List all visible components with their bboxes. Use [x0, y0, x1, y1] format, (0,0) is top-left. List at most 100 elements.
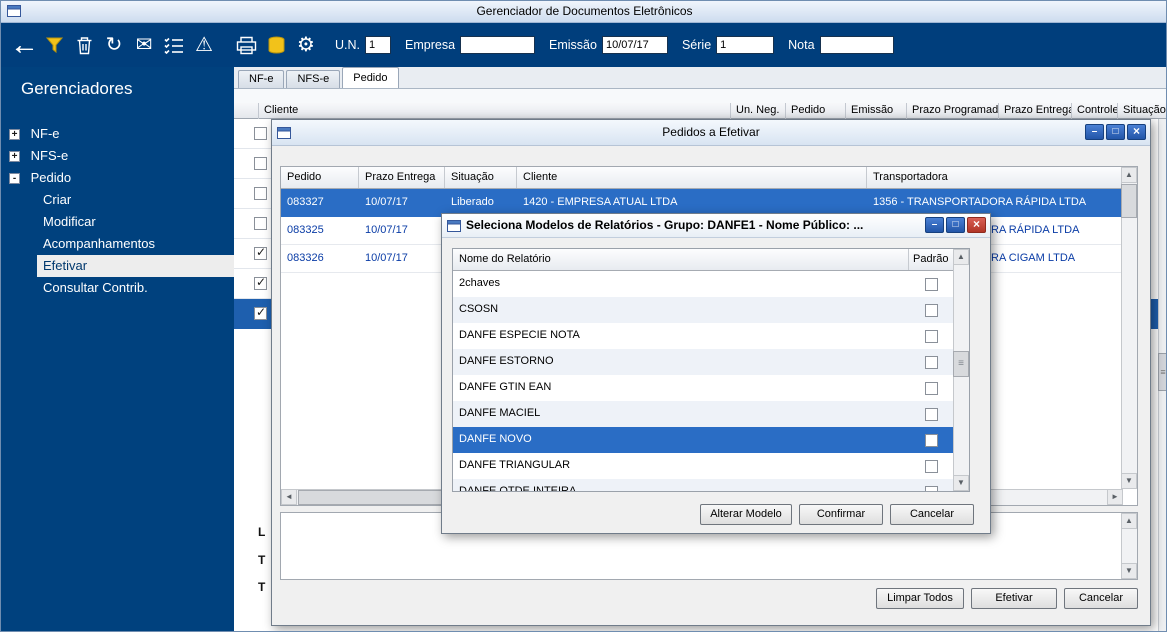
row-checkbox[interactable]	[254, 305, 267, 320]
expand-plus-icon[interactable]: +	[9, 151, 20, 162]
main-col-prazo-programado[interactable]: Prazo Programado	[907, 103, 999, 119]
emissao-input[interactable]	[601, 36, 668, 54]
trash-icon[interactable]	[69, 30, 99, 60]
row-checkbox[interactable]	[254, 217, 267, 230]
sidebar-item-efetivar[interactable]: Efetivar	[37, 255, 234, 277]
scroll-down-icon[interactable]: ▼	[1121, 563, 1137, 579]
empresa-input[interactable]	[460, 36, 536, 54]
padrao-checkbox[interactable]	[924, 277, 938, 291]
table-row[interactable]	[234, 239, 271, 269]
alterar-modelo-button[interactable]: Alterar Modelo	[700, 504, 792, 525]
main-col-emissao[interactable]: Emissão	[846, 103, 907, 119]
limpar-todos-button[interactable]: Limpar Todos	[876, 588, 964, 609]
confirmar-button[interactable]: Confirmar	[799, 504, 883, 525]
main-col-un-neg[interactable]: Un. Neg.	[731, 103, 786, 119]
row-checkbox[interactable]	[254, 157, 267, 170]
col-padrao[interactable]: Padrão	[909, 249, 953, 270]
scroll-right-icon[interactable]: ►	[1107, 489, 1123, 505]
scroll-down-icon[interactable]: ▼	[1121, 473, 1137, 489]
tab-nfse[interactable]: NFS-e	[286, 70, 341, 88]
nota-input[interactable]	[819, 36, 894, 54]
row-checkbox[interactable]	[254, 187, 267, 200]
sidebar-item-consultar-contrib[interactable]: Consultar Contrib.	[1, 277, 234, 299]
padrao-checkbox[interactable]	[924, 407, 938, 421]
table-row[interactable]	[234, 269, 271, 299]
checklist-icon[interactable]	[159, 30, 189, 60]
grid-vscroll-thumb[interactable]	[1121, 184, 1137, 218]
table-row-selected[interactable]	[234, 299, 271, 329]
scroll-down-icon[interactable]: ▼	[953, 475, 969, 491]
scroll-up-icon[interactable]: ▲	[953, 249, 969, 265]
padrao-checkbox[interactable]	[924, 381, 938, 395]
close-icon[interactable]	[1127, 124, 1146, 140]
minimize-icon[interactable]	[925, 217, 944, 233]
filter-icon[interactable]	[39, 30, 69, 60]
database-icon[interactable]	[261, 30, 291, 60]
modelo-row[interactable]: DANFE ESPECIE NOTA	[453, 323, 969, 349]
main-col-controle[interactable]: Controle	[1072, 103, 1118, 119]
sidebar-item-nfe[interactable]: + NF-e	[1, 123, 234, 145]
padrao-checkbox[interactable]	[924, 355, 938, 369]
sidebar-item-acompanhamentos[interactable]: Acompanhamentos	[1, 233, 234, 255]
warning-icon[interactable]: ⚠	[189, 30, 219, 60]
row-checkbox[interactable]	[254, 275, 267, 290]
dialog-titlebar[interactable]: Pedidos a Efetivar	[272, 120, 1150, 146]
sidebar-item-pedido[interactable]: - Pedido	[1, 167, 234, 189]
tab-pedido[interactable]: Pedido	[342, 67, 399, 88]
modelo-row-selected[interactable]: DANFE NOVO	[453, 427, 969, 453]
modelo-row[interactable]: DANFE GTIN EAN	[453, 375, 969, 401]
close-icon[interactable]	[967, 217, 986, 233]
padrao-checkbox[interactable]	[924, 329, 938, 343]
col-situacao[interactable]: Situação	[445, 167, 517, 188]
tab-nfe[interactable]: NF-e	[238, 70, 285, 88]
modelo-row[interactable]: DANFE MACIEL	[453, 401, 969, 427]
email-icon[interactable]: ✉	[129, 30, 159, 60]
col-pedido[interactable]: Pedido	[281, 167, 359, 188]
modelos-vscroll-thumb[interactable]	[953, 351, 969, 377]
gear-icon[interactable]: ⚙	[291, 30, 321, 60]
main-col-pedido[interactable]: Pedido	[786, 103, 846, 119]
padrao-checkbox[interactable]	[924, 485, 938, 491]
modelo-row[interactable]: CSOSN	[453, 297, 969, 323]
efetivar-button[interactable]: Efetivar	[971, 588, 1057, 609]
main-col-situacao[interactable]: Situação	[1118, 103, 1166, 119]
row-checkbox[interactable]	[254, 127, 267, 140]
modelo-row[interactable]: DANFE TRIANGULAR	[453, 453, 969, 479]
modelo-row[interactable]: DANFE QTDE INTEIRA	[453, 479, 969, 491]
cancelar-button[interactable]: Cancelar	[1064, 588, 1138, 609]
sidebar-item-criar[interactable]: Criar	[1, 189, 234, 211]
table-row[interactable]	[234, 209, 271, 239]
col-transportadora[interactable]: Transportadora	[867, 167, 1121, 188]
padrao-checkbox[interactable]	[924, 459, 938, 473]
col-prazo-entrega[interactable]: Prazo Entrega	[359, 167, 445, 188]
scroll-left-icon[interactable]: ◄	[281, 489, 297, 505]
scroll-up-icon[interactable]: ▲	[1121, 167, 1137, 183]
col-nome-relatorio[interactable]: Nome do Relatório	[453, 249, 909, 270]
row-checkbox[interactable]	[254, 245, 267, 260]
sidebar-item-nfse[interactable]: + NFS-e	[1, 145, 234, 167]
minimize-icon[interactable]	[1085, 124, 1104, 140]
serie-input[interactable]	[716, 36, 775, 54]
table-row[interactable]	[234, 119, 271, 149]
scroll-up-icon[interactable]: ▲	[1121, 513, 1137, 529]
main-scrollbar-thumb[interactable]	[1158, 353, 1166, 391]
col-cliente[interactable]: Cliente	[517, 167, 867, 188]
table-row[interactable]	[234, 179, 271, 209]
cancelar-button[interactable]: Cancelar	[890, 504, 974, 525]
main-col-cliente[interactable]: Cliente	[259, 103, 731, 119]
back-icon[interactable]: ←	[9, 29, 39, 60]
padrao-checkbox[interactable]	[924, 303, 938, 317]
expand-minus-icon[interactable]: -	[9, 173, 20, 184]
expand-plus-icon[interactable]: +	[9, 129, 20, 140]
printer-icon[interactable]	[231, 30, 261, 60]
dialog-titlebar[interactable]: Seleciona Modelos de Relatórios - Grupo:…	[442, 214, 990, 238]
maximize-icon[interactable]	[1106, 124, 1125, 140]
table-row[interactable]	[234, 149, 271, 179]
un-input[interactable]	[365, 36, 391, 54]
sidebar-item-modificar[interactable]: Modificar	[1, 211, 234, 233]
modelo-row[interactable]: DANFE ESTORNO	[453, 349, 969, 375]
main-col-prazo-entrega[interactable]: Prazo Entrega	[999, 103, 1072, 119]
refresh-icon[interactable]: ↻	[99, 30, 129, 60]
maximize-icon[interactable]	[946, 217, 965, 233]
modelo-row[interactable]: 2chaves	[453, 271, 969, 297]
